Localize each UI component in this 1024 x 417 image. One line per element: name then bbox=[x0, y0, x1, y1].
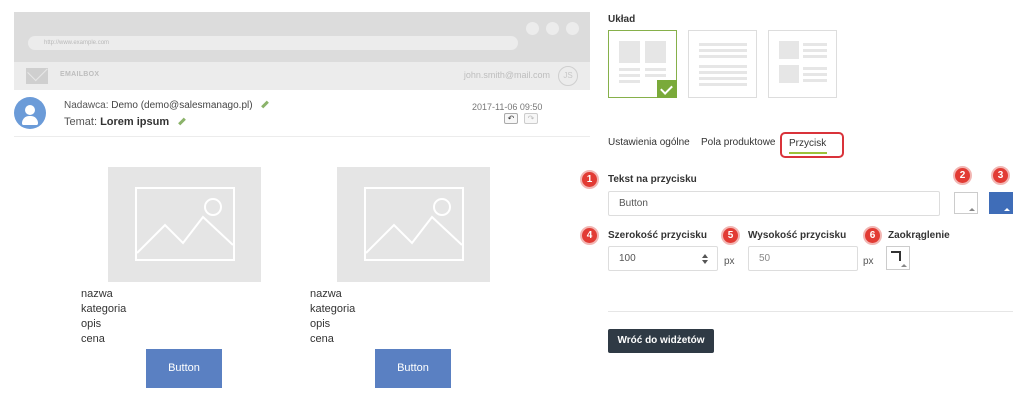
checkmark-icon bbox=[657, 80, 677, 98]
layout-option-list[interactable] bbox=[688, 30, 757, 98]
message-date: 2017-11-06 09:50 bbox=[472, 102, 543, 112]
stepper-arrows-icon[interactable] bbox=[702, 254, 709, 264]
product-category: kategoria bbox=[81, 303, 127, 315]
product-name: nazwa bbox=[310, 288, 342, 300]
user-email: john.smith@mail.com bbox=[463, 70, 550, 80]
corner-shape-icon bbox=[891, 251, 901, 261]
step-badge: 4 bbox=[580, 226, 599, 245]
mailbox-bar: EMAILBOX john.smith@mail.com JS bbox=[14, 62, 590, 90]
address-bar: http://www.example.com bbox=[28, 36, 518, 50]
window-dot-icon bbox=[526, 22, 539, 35]
window-dot-icon bbox=[566, 22, 579, 35]
product-price: cena bbox=[310, 333, 334, 345]
step-badge: 3 bbox=[991, 166, 1010, 185]
sender-avatar-icon bbox=[14, 97, 46, 129]
unit-label: px bbox=[863, 256, 874, 267]
step-badge: 1 bbox=[580, 170, 599, 189]
button-height-value: 50 bbox=[759, 253, 771, 264]
section-divider bbox=[608, 311, 1013, 312]
rounding-label: Zaokrąglenie bbox=[888, 230, 950, 241]
edit-pencil-icon[interactable] bbox=[178, 117, 187, 125]
caret-icon bbox=[969, 208, 975, 211]
product-image-placeholder-icon bbox=[108, 167, 261, 282]
subject-line: Temat: Lorem ipsum bbox=[64, 116, 187, 128]
step-badge: 6 bbox=[863, 226, 882, 245]
browser-mockup: http://www.example.com EMAILBOX john.smi… bbox=[14, 12, 590, 90]
tab-button[interactable]: Przycisk bbox=[780, 132, 844, 158]
layout-title: Układ bbox=[608, 14, 636, 25]
window-dot-icon bbox=[546, 22, 559, 35]
header-divider bbox=[14, 136, 590, 137]
redo-icon[interactable]: ↷ bbox=[524, 113, 538, 124]
product-name: nazwa bbox=[81, 288, 113, 300]
tab-general-settings[interactable]: Ustawienia ogólne bbox=[608, 137, 690, 148]
button-width-value: 100 bbox=[619, 253, 636, 264]
button-height-label: Wysokość przycisku bbox=[748, 230, 847, 241]
layout-option-two-column[interactable] bbox=[608, 30, 677, 98]
product-description: opis bbox=[81, 318, 102, 330]
envelope-icon bbox=[26, 68, 48, 84]
tab-product-fields[interactable]: Pola produktowe bbox=[701, 137, 776, 148]
sender-line: Nadawca: Demo (demo@salesmanago.pl) bbox=[64, 100, 270, 111]
browser-titlebar: http://www.example.com bbox=[14, 12, 590, 62]
corner-rounding-picker[interactable] bbox=[886, 246, 910, 270]
layout-option-image-left[interactable] bbox=[768, 30, 837, 98]
caret-icon bbox=[1004, 208, 1010, 211]
email-preview: http://www.example.com EMAILBOX john.smi… bbox=[0, 0, 592, 417]
product-image-placeholder-icon bbox=[337, 167, 490, 282]
button-width-label: Szerokość przycisku bbox=[608, 230, 707, 241]
email-template-editor: http://www.example.com EMAILBOX john.smi… bbox=[0, 0, 1024, 417]
back-to-widgets-button[interactable]: Wróć do widżetów bbox=[608, 329, 714, 353]
product-button[interactable]: Button bbox=[375, 349, 451, 388]
edit-pencil-icon[interactable] bbox=[261, 100, 270, 109]
product-price: cena bbox=[81, 333, 105, 345]
subject-value: Lorem ipsum bbox=[100, 116, 170, 128]
caret-icon bbox=[901, 264, 907, 267]
subject-label: Temat: bbox=[64, 116, 98, 128]
button-text-input[interactable] bbox=[608, 191, 940, 216]
mailbox-label: EMAILBOX bbox=[60, 71, 100, 78]
product-description: opis bbox=[310, 318, 331, 330]
product-button[interactable]: Button bbox=[146, 349, 222, 388]
product-category: kategoria bbox=[310, 303, 356, 315]
button-color-picker[interactable] bbox=[989, 192, 1013, 214]
button-width-input[interactable]: 100 bbox=[608, 246, 718, 271]
unit-label: px bbox=[724, 256, 735, 267]
user-avatar: JS bbox=[558, 66, 578, 86]
button-text-label: Tekst na przycisku bbox=[608, 174, 697, 185]
sender-label: Nadawca: bbox=[64, 100, 109, 111]
undo-icon[interactable]: ↶ bbox=[504, 113, 518, 124]
text-color-picker[interactable] bbox=[954, 192, 978, 214]
button-height-input[interactable]: 50 bbox=[748, 246, 858, 271]
settings-panel: Układ Ustawienia ogólne Pola produktowe … bbox=[580, 0, 1024, 417]
sender-value: Demo (demo@salesmanago.pl) bbox=[111, 100, 253, 111]
step-badge: 2 bbox=[953, 166, 972, 185]
step-badge: 5 bbox=[721, 226, 740, 245]
